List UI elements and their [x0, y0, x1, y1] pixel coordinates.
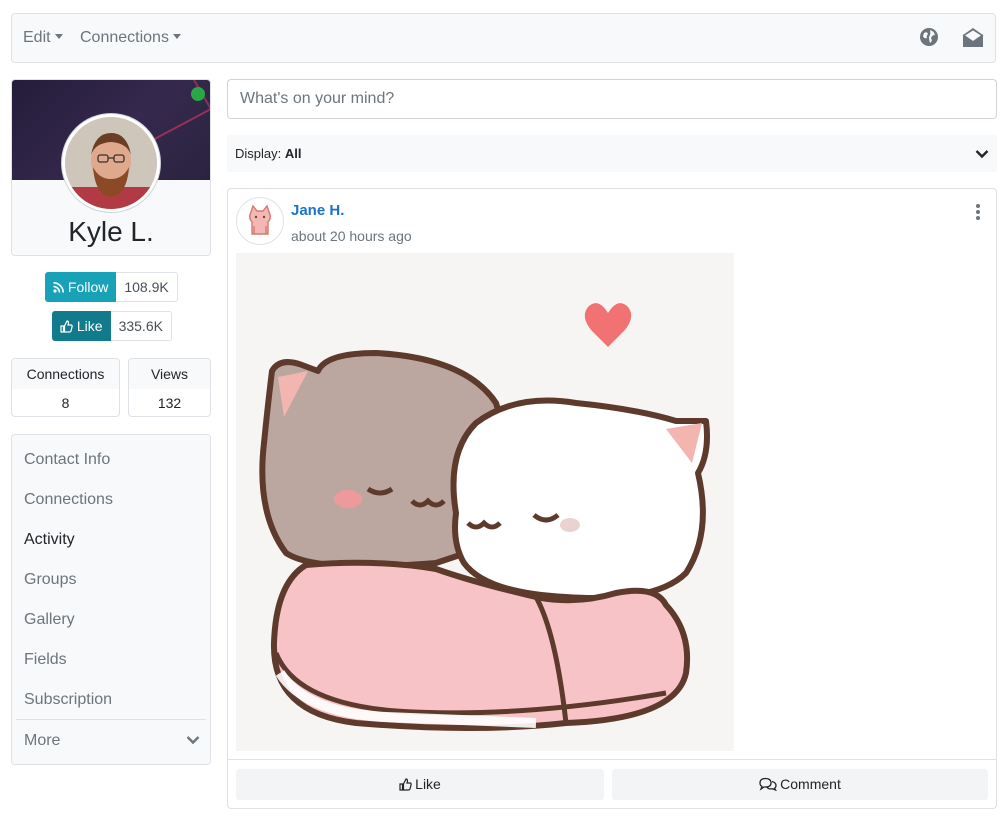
globe-icon[interactable]: [919, 27, 939, 50]
rss-icon: [53, 282, 64, 293]
follow-button[interactable]: Follow: [45, 272, 117, 302]
post-like-label: Like: [415, 776, 441, 792]
avatar[interactable]: [62, 114, 160, 212]
chevron-down-icon: [975, 150, 989, 159]
profile-name: Kyle L.: [68, 216, 154, 247]
connections-menu-label: Connections: [80, 29, 169, 46]
post-options-icon[interactable]: [970, 201, 986, 223]
stat-value: 8: [61, 395, 70, 411]
like-count: 335.6K: [110, 311, 172, 341]
follow-count: 108.9K: [116, 272, 178, 302]
thumbs-up-icon: [60, 320, 73, 333]
stat-views[interactable]: Views 132: [128, 358, 211, 417]
status-composer-input[interactable]: [227, 79, 997, 119]
profile-card: Kyle L.: [11, 79, 211, 256]
side-nav-gallery[interactable]: Gallery: [24, 611, 75, 631]
post-comment-label: Comment: [780, 776, 841, 792]
stat-label: Connections: [12, 359, 119, 389]
more-label: More: [24, 732, 61, 749]
profile-side-nav: Contact Info Connections Activity Groups…: [11, 434, 211, 765]
edit-menu[interactable]: Edit: [23, 14, 63, 62]
edit-menu-label: Edit: [23, 29, 51, 46]
divider: [16, 719, 206, 720]
stat-label: Views: [129, 359, 210, 389]
side-nav-fields[interactable]: Fields: [24, 651, 67, 671]
stat-connections[interactable]: Connections 8: [11, 358, 120, 417]
side-nav-activity[interactable]: Activity: [24, 531, 75, 551]
post-like-button[interactable]: Like: [236, 769, 604, 800]
side-nav-subscription[interactable]: Subscription: [24, 691, 112, 711]
comments-icon: [759, 777, 778, 792]
post-comment-button[interactable]: Comment: [612, 769, 988, 800]
stat-value: 132: [157, 395, 182, 411]
post-author-avatar[interactable]: [236, 197, 284, 245]
like-label: Like: [76, 318, 103, 334]
follow-label: Follow: [67, 279, 109, 295]
follow-group: Follow 108.9K: [45, 272, 178, 302]
connections-menu[interactable]: Connections: [80, 14, 181, 62]
envelope-open-icon[interactable]: [962, 26, 984, 51]
caret-down-icon: [54, 34, 63, 39]
side-nav-more[interactable]: More: [24, 732, 200, 752]
divider: [228, 759, 996, 760]
like-group: Like 335.6K: [52, 311, 172, 341]
caret-down-icon: [172, 34, 181, 39]
hugging-cats-illustration: [236, 253, 734, 751]
post-image[interactable]: [236, 253, 734, 751]
activity-post: Jane H. about 20 hours ago Like Comment: [227, 188, 997, 809]
thumbs-up-icon: [399, 778, 412, 791]
display-filter[interactable]: Display: All: [227, 135, 997, 172]
side-nav-connections[interactable]: Connections: [24, 491, 113, 511]
chevron-down-icon: [186, 736, 200, 745]
display-filter-value: All: [284, 146, 302, 161]
side-nav-groups[interactable]: Groups: [24, 571, 76, 591]
side-nav-contact-info[interactable]: Contact Info: [24, 451, 110, 471]
display-filter-text: Display: All: [235, 146, 302, 161]
post-author-name[interactable]: Jane H.: [291, 202, 344, 219]
online-status-icon: [191, 87, 205, 101]
like-button[interactable]: Like: [52, 311, 111, 341]
top-navbar: Edit Connections: [11, 13, 996, 63]
display-filter-prefix: Display:: [235, 146, 282, 161]
post-timestamp: about 20 hours ago: [291, 228, 412, 244]
cat-icon: [249, 204, 271, 235]
